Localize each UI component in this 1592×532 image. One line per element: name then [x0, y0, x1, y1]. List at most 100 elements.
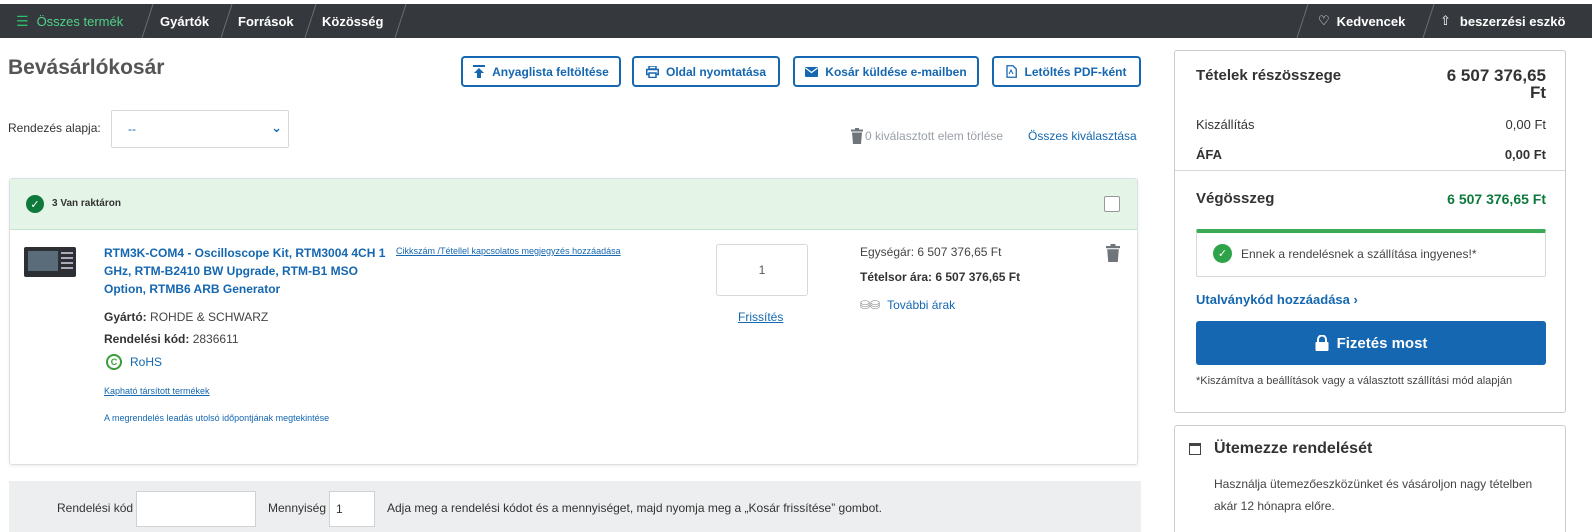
pdf-file-icon	[1006, 65, 1018, 78]
coins-icon: ⛁⛁	[860, 298, 881, 312]
sort-select[interactable]: -- ⌄	[111, 110, 289, 148]
in-stock-header: ✓ 3 Van raktáron	[10, 179, 1137, 230]
subtotal-row: Tételek részösszege 6 507 376,65 Ft	[1196, 67, 1546, 101]
check-circle-icon: ✓	[26, 195, 44, 213]
nav-favorites-label: Kedvencek	[1336, 13, 1406, 29]
download-pdf-label: Letöltés PDF-ként	[1024, 64, 1127, 79]
email-cart-label: Kosár küldése e-mailben	[825, 64, 967, 79]
subtotal-label: Tételek részösszege	[1196, 67, 1342, 84]
nav-separator	[304, 4, 317, 38]
refresh-link[interactable]: Frissítés	[738, 310, 783, 324]
nav-all-products-label: Összes termék	[36, 13, 124, 29]
chevron-down-icon: ⌄	[271, 120, 282, 135]
sort-selected-value: --	[128, 122, 136, 136]
email-cart-button[interactable]: Kosár küldése e-mailben	[793, 56, 979, 87]
trash-icon	[851, 128, 863, 144]
vat-label: ÁFA	[1196, 147, 1222, 162]
nav-favorites[interactable]: ♡ Kedvencek	[1318, 4, 1405, 38]
cart-item-panel: ✓ 3 Van raktáron RTM3K-COM4 - Oscillosco…	[9, 178, 1138, 465]
shipping-label: Kiszállítás	[1196, 117, 1255, 132]
add-voucher-link[interactable]: Utalványkód hozzáadása ›	[1196, 292, 1358, 307]
download-pdf-button[interactable]: Letöltés PDF-ként	[992, 56, 1141, 87]
upload-bom-button[interactable]: Anyaglista feltöltése	[461, 56, 621, 87]
nav-procurement-label: beszerzési eszkö	[1459, 13, 1566, 29]
quantity-input[interactable]: 1	[716, 244, 808, 296]
summary-footnote: *Kiszámítva a beállítások vagy a választ…	[1196, 375, 1513, 387]
calendar-icon	[1189, 443, 1201, 455]
trash-icon[interactable]	[1106, 244, 1120, 262]
free-shipping-text: Ennek a rendelésnek a szállítása ingyene…	[1241, 247, 1477, 261]
sort-label: Rendezés alapja:	[8, 121, 101, 135]
subtotal-value: 6 507 376,65 Ft	[1447, 67, 1546, 101]
line-price-value: 6 507 376,65 Ft	[935, 270, 1021, 284]
shipping-value: 0,00 Ft	[1505, 117, 1546, 132]
order-code-value: 2836611	[192, 332, 239, 346]
manufacturer-value: ROHDE & SCHWARZ	[150, 310, 269, 324]
top-navigation: ☰ Összes termék Gyártók Források Közössé…	[0, 4, 1592, 38]
more-prices-link[interactable]: ⛁⛁ További árak	[860, 298, 955, 312]
order-cutoff-link[interactable]: A megrendelés leadás utolsó időpontjának…	[104, 413, 329, 423]
add-voucher-label: Utalványkód hozzáadása	[1196, 292, 1350, 307]
unit-price-label: Egységár:	[860, 245, 915, 259]
quick-order-code-input[interactable]	[136, 491, 256, 527]
rohs-badge[interactable]: C RoHS	[106, 354, 162, 370]
heart-icon: ♡	[1318, 13, 1330, 28]
nav-resources[interactable]: Források	[238, 4, 294, 38]
subtotal-amount: 6 507 376,65	[1446, 66, 1546, 85]
delete-selected-button[interactable]: 0 kiválasztott elem törlése	[851, 128, 1003, 144]
schedule-title[interactable]: Ütemezze rendelését	[1214, 440, 1372, 458]
nav-all-products[interactable]: ☰ Összes termék	[16, 4, 123, 38]
upload-bom-label: Anyaglista feltöltése	[492, 64, 609, 79]
quick-order-hint: Adja meg a rendelési kódot és a mennyisé…	[387, 501, 882, 515]
product-image[interactable]	[24, 247, 76, 277]
print-page-button[interactable]: Oldal nyomtatása	[632, 56, 780, 87]
nav-separator	[1422, 4, 1435, 38]
select-all-link[interactable]: Összes kiválasztása	[1028, 129, 1137, 143]
nav-procurement-tools[interactable]: ⇧ beszerzési eszkö	[1440, 4, 1565, 38]
check-circle-icon: ✓	[1213, 244, 1232, 263]
nav-separator	[394, 4, 407, 38]
rohs-label: RoHS	[130, 355, 163, 369]
checkout-button[interactable]: Fizetés most	[1196, 321, 1546, 365]
upload-icon	[473, 65, 486, 78]
nav-manufacturers[interactable]: Gyártók	[160, 4, 209, 38]
shipping-row: Kiszállítás 0,00 Ft	[1196, 117, 1546, 132]
product-title-link[interactable]: RTM3K-COM4 - Oscilloscope Kit, RTM3004 4…	[104, 244, 394, 298]
nav-community[interactable]: Közösség	[322, 4, 383, 38]
hamburger-menu-icon: ☰	[16, 12, 29, 29]
select-group-checkbox[interactable]	[1104, 196, 1120, 212]
in-stock-label: 3 Van raktáron	[52, 198, 121, 209]
order-code-line: Rendelési kód: 2836611	[104, 332, 239, 346]
print-page-label: Oldal nyomtatása	[665, 64, 767, 79]
rohs-icon: C	[106, 354, 122, 370]
quick-order-bar: Rendelési kód Mennyiség 1 Adja meg a ren…	[9, 481, 1141, 532]
related-products-link[interactable]: Kapható társított termékek	[104, 386, 210, 396]
manufacturer-label: Gyártó:	[104, 310, 147, 324]
total-row: Végösszeg 6 507 376,65 Ft	[1196, 190, 1546, 207]
quick-order-qty-label: Mennyiség	[268, 501, 327, 515]
subtotal-currency: Ft	[1529, 83, 1546, 102]
chevron-right-icon: ›	[1353, 292, 1358, 307]
summary-divider	[1175, 170, 1565, 171]
total-value: 6 507 376,65 Ft	[1447, 191, 1546, 207]
vat-value: 0,00 Ft	[1504, 147, 1546, 162]
free-shipping-notice: ✓ Ennek a rendelésnek a szállítása ingye…	[1196, 229, 1546, 277]
line-price-label: Tételsor ára:	[860, 270, 933, 284]
unit-price-line: Egységár: 6 507 376,65 Ft	[860, 245, 1001, 259]
quick-order-qty-input[interactable]: 1	[329, 491, 375, 527]
add-part-note-link[interactable]: Cikkszám /Tétellel kapcsolatos megjegyzé…	[396, 246, 621, 256]
schedule-order-panel: Ütemezze rendelését Használja ütemezőesz…	[1174, 425, 1566, 532]
nav-separator	[141, 4, 154, 38]
page-title: Bevásárlókosár	[8, 56, 165, 79]
unit-price-value: 6 507 376,65 Ft	[917, 245, 1002, 259]
printer-icon	[645, 65, 659, 78]
vat-row: ÁFA 0,00 Ft	[1196, 147, 1546, 162]
more-prices-label: További árak	[887, 298, 956, 312]
quick-order-code-label: Rendelési kód	[57, 501, 134, 515]
oscilloscope-knobs-graphic	[61, 252, 73, 270]
upload-icon: ⇧	[1440, 13, 1451, 28]
nav-separator	[220, 4, 233, 38]
nav-separator	[1296, 4, 1309, 38]
lock-icon	[1315, 335, 1329, 351]
schedule-description: Használja ütemezőeszközünket és vásárolj…	[1214, 477, 1533, 513]
